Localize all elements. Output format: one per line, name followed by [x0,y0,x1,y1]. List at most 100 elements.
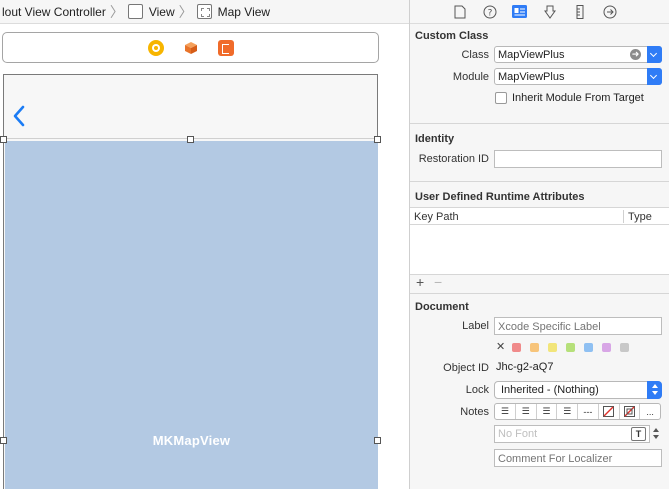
add-attribute-button[interactable]: + [416,274,424,290]
inherit-module-checkbox[interactable] [495,92,507,104]
jump-bar: lout View Controller 〉 View 〉 Map View [0,0,409,24]
resize-handle-left[interactable] [0,437,7,444]
lock-row: Lock Inherited - (Nothing) [410,379,669,401]
inspector-tab-bar: ? [410,0,669,24]
map-view-icon [196,4,212,19]
chevron-left-icon[interactable] [12,105,26,127]
label-color-row: ✕ [410,337,669,357]
column-header-type[interactable]: Type [628,211,652,223]
font-field[interactable]: No Font T [494,425,650,443]
restoration-id-field[interactable] [494,150,662,168]
class-row: Class MapViewPlus ➜ [410,44,669,66]
section-title: User Defined Runtime Attributes [415,191,585,203]
text-color-icon[interactable] [620,404,641,419]
lock-label: Lock [465,384,489,396]
breadcrumb-label: Map View [217,4,271,19]
object-id-value: Jhc-g2-aQ7 [496,361,554,373]
runtime-attributes-table-header: Key Path Type [410,207,669,225]
align-center-icon[interactable]: ☰ [516,404,537,419]
chevron-right-icon: 〉 [109,3,124,20]
localizer-comment-field[interactable] [494,449,662,467]
chevron-right-icon: 〉 [178,3,193,20]
font-picker-button[interactable]: T [631,427,646,441]
lock-popup[interactable]: Inherited - (Nothing) [494,381,662,399]
section-title: Document [415,301,469,313]
module-label: Module [452,71,489,83]
breadcrumb-label: lout View Controller [2,4,106,19]
connections-inspector-icon[interactable] [601,3,619,21]
quick-help-icon[interactable]: ? [481,3,499,21]
interface-builder-window: lout View Controller 〉 View 〉 Map View M… [0,0,669,489]
chevron-down-icon[interactable] [647,68,662,85]
object-id-label: Object ID [443,362,489,374]
section-title: Custom Class [415,30,489,42]
line-spacing-icon[interactable]: --- [578,404,599,419]
inherit-module-label: Inherit Module From Target [512,92,644,104]
restoration-id-label: Restoration ID [418,153,489,165]
runtime-attributes-section: User Defined Runtime Attributes Key Path… [410,182,669,294]
color-swatch-blue[interactable] [584,343,593,352]
chevron-down-icon[interactable] [647,46,662,63]
resize-handle-top[interactable] [187,136,194,143]
inspector-pane: ? Custom Class Class MapViewPlus ➜ Modul… [410,0,669,489]
breadcrumb-item-map-view[interactable]: Map View [196,4,272,19]
document-section: Document Label ✕ Object ID Jhc-g2-aQ7 L [410,294,669,489]
table-add-remove: + − [410,274,669,291]
module-row: Module MapViewPlus [410,66,669,88]
attributes-inspector-icon[interactable] [541,3,559,21]
object-id-row: Object ID Jhc-g2-aQ7 [410,357,669,379]
restoration-id-row: Restoration ID [410,148,669,170]
color-swatch-orange[interactable] [530,343,539,352]
first-responder-icon[interactable] [184,41,198,55]
color-swatch-yellow[interactable] [548,343,557,352]
label-field-label: Label [462,320,489,332]
popup-arrows-icon [647,381,662,399]
view-controller-icon[interactable] [147,39,164,56]
notes-row: Notes ☰ ☰ ☰ ☰ --- ... [410,401,669,423]
color-swatch-green[interactable] [566,343,575,352]
remove-attribute-button[interactable]: − [434,274,442,290]
no-background-color-icon[interactable] [599,404,620,419]
map-view-label: MKMapView [152,433,231,448]
align-right-icon[interactable]: ☰ [537,404,558,419]
resize-handle-top-left[interactable] [0,136,7,143]
notes-formatting-toolbar: ☰ ☰ ☰ ☰ --- ... [494,403,661,420]
more-options-button[interactable]: ... [640,404,660,419]
resize-handle-right[interactable] [374,437,381,444]
breadcrumb-item-view-controller[interactable]: lout View Controller 〉 [0,2,128,22]
color-swatch-gray[interactable] [620,343,629,352]
column-header-key-path[interactable]: Key Path [414,211,459,223]
xcode-label-field[interactable] [494,317,662,335]
module-combo-box[interactable]: MapViewPlus [494,68,662,85]
size-inspector-icon[interactable] [571,3,589,21]
device-frame: MKMapView [0,74,381,489]
font-size-stepper[interactable] [653,426,661,442]
scene-dock [2,32,379,63]
clear-color-icon[interactable]: ✕ [496,340,505,353]
map-view[interactable]: MKMapView [5,141,378,489]
align-justify-icon[interactable]: ☰ [557,404,578,419]
breadcrumb-item-view[interactable]: View 〉 [127,2,197,22]
class-label: Class [461,49,489,61]
notes-label: Notes [460,406,489,418]
go-to-class-icon[interactable]: ➜ [630,49,641,60]
storyboard-canvas[interactable]: lout View Controller 〉 View 〉 Map View M… [0,0,409,489]
color-swatch-purple[interactable] [602,343,611,352]
resize-handle-top-right[interactable] [374,136,381,143]
class-value: MapViewPlus [498,49,565,61]
inherit-module-row: Inherit Module From Target [410,88,669,110]
view-icon [127,4,143,19]
align-left-icon[interactable]: ☰ [495,404,516,419]
color-swatch-red[interactable] [512,343,521,352]
svg-text:?: ? [487,8,492,18]
label-row: Label [410,315,669,337]
module-value: MapViewPlus [498,71,565,83]
identity-inspector-icon[interactable] [511,3,529,21]
class-combo-box[interactable]: MapViewPlus ➜ [494,46,662,63]
file-inspector-icon[interactable] [451,3,469,21]
font-row: No Font T [410,423,669,447]
comment-row [410,447,669,469]
runtime-attributes-table[interactable] [410,225,669,275]
font-placeholder: No Font [498,428,538,440]
exit-icon[interactable] [217,39,234,56]
